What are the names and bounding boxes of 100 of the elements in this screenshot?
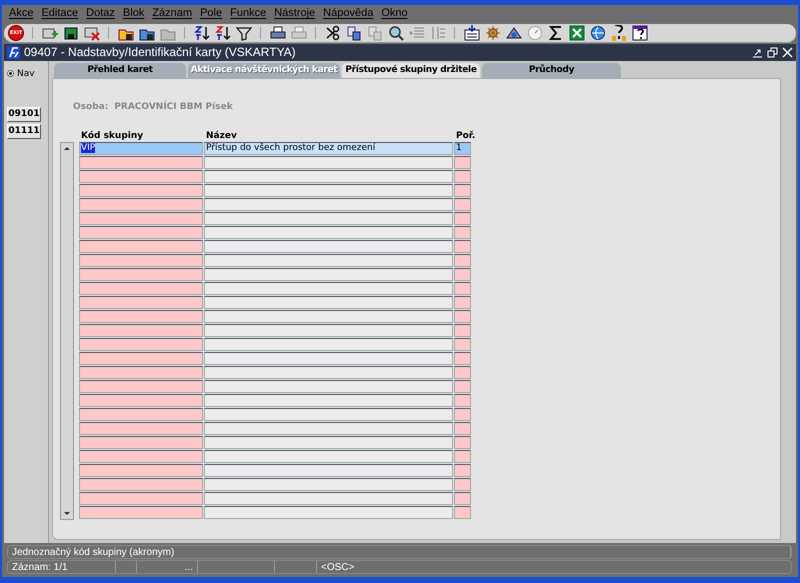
menu-item[interactable]: Akce bbox=[5, 7, 38, 20]
table-cell[interactable] bbox=[454, 492, 471, 505]
table-cell[interactable] bbox=[454, 366, 471, 379]
table-cell[interactable] bbox=[454, 198, 471, 211]
table-cell[interactable] bbox=[204, 254, 453, 267]
table-cell[interactable] bbox=[454, 506, 471, 519]
nav-button[interactable]: 01111 bbox=[7, 124, 41, 139]
table-cell[interactable] bbox=[79, 394, 203, 407]
table-cell[interactable] bbox=[454, 422, 471, 435]
table-cell[interactable] bbox=[79, 268, 203, 281]
table-cell[interactable] bbox=[454, 338, 471, 351]
table-cell[interactable] bbox=[79, 408, 203, 421]
table-cell[interactable] bbox=[79, 240, 203, 253]
menu-item[interactable]: Dotaz bbox=[82, 7, 119, 20]
menu-item[interactable]: Funkce bbox=[226, 7, 270, 20]
table-cell[interactable] bbox=[454, 380, 471, 393]
table-cell[interactable] bbox=[454, 352, 471, 365]
table-cell[interactable] bbox=[454, 156, 471, 169]
table-cell[interactable] bbox=[454, 408, 471, 421]
table-cell[interactable] bbox=[454, 310, 471, 323]
table-cell[interactable] bbox=[204, 492, 453, 505]
table-cell[interactable]: Přístup do všech prostor bez omezení bbox=[204, 142, 453, 155]
table-cell[interactable] bbox=[204, 310, 453, 323]
globe-icon[interactable] bbox=[590, 25, 606, 42]
eye-icon[interactable] bbox=[506, 25, 522, 42]
filter-icon[interactable] bbox=[236, 25, 252, 42]
table-cell[interactable] bbox=[204, 296, 453, 309]
table-cell[interactable] bbox=[79, 226, 203, 239]
sort-descending-icon[interactable] bbox=[215, 25, 231, 42]
tab[interactable]: Přehled karet bbox=[54, 62, 186, 78]
table-cell[interactable] bbox=[79, 296, 203, 309]
table-cell[interactable] bbox=[204, 436, 453, 449]
table-cell[interactable] bbox=[204, 268, 453, 281]
table-cell[interactable] bbox=[454, 282, 471, 295]
nav-radio[interactable]: Nav bbox=[7, 68, 35, 79]
save-record-icon[interactable] bbox=[63, 25, 79, 42]
table-cell[interactable] bbox=[454, 226, 471, 239]
magnifier-icon[interactable] bbox=[388, 25, 404, 42]
table-cell[interactable] bbox=[454, 184, 471, 197]
delete-record-icon[interactable] bbox=[84, 25, 100, 42]
table-cell[interactable]: VIP bbox=[79, 142, 203, 155]
table-cell[interactable] bbox=[79, 282, 203, 295]
table-cell[interactable] bbox=[454, 296, 471, 309]
table-cell[interactable] bbox=[454, 170, 471, 183]
table-cell[interactable] bbox=[204, 212, 453, 225]
table-cell[interactable] bbox=[79, 324, 203, 337]
table-cell[interactable] bbox=[204, 170, 453, 183]
table-cell[interactable] bbox=[204, 240, 453, 253]
table-cell[interactable] bbox=[204, 282, 453, 295]
table-cell[interactable] bbox=[454, 324, 471, 337]
table-cell[interactable] bbox=[79, 310, 203, 323]
table-cell[interactable] bbox=[79, 198, 203, 211]
table-cell[interactable] bbox=[204, 408, 453, 421]
table-cell[interactable] bbox=[79, 450, 203, 463]
close-icon[interactable] bbox=[782, 46, 793, 58]
menu-item[interactable]: Editace bbox=[37, 7, 82, 20]
printer-icon[interactable] bbox=[270, 25, 286, 42]
menu-item[interactable]: Nástroje bbox=[270, 7, 320, 20]
menu-item[interactable]: Nápověda bbox=[319, 7, 378, 20]
table-cell[interactable] bbox=[204, 198, 453, 211]
table-cell[interactable] bbox=[79, 254, 203, 267]
table-cell[interactable] bbox=[454, 254, 471, 267]
table-cell[interactable] bbox=[79, 422, 203, 435]
table-cell[interactable] bbox=[204, 506, 453, 519]
scissors-icon[interactable] bbox=[325, 25, 341, 42]
table-cell[interactable] bbox=[454, 394, 471, 407]
help-users-icon[interactable] bbox=[611, 25, 627, 42]
table-cell[interactable] bbox=[79, 506, 203, 519]
table-cell[interactable]: 1 bbox=[454, 142, 471, 155]
sort-ascending-icon[interactable] bbox=[194, 25, 210, 42]
table-cell[interactable] bbox=[204, 156, 453, 169]
restore-icon[interactable] bbox=[767, 46, 778, 58]
table-cell[interactable] bbox=[454, 268, 471, 281]
table-cell[interactable] bbox=[454, 478, 471, 491]
table-cell[interactable] bbox=[79, 366, 203, 379]
table-cell[interactable] bbox=[454, 240, 471, 253]
table-cell[interactable] bbox=[204, 394, 453, 407]
table-cell[interactable] bbox=[204, 478, 453, 491]
table-cell[interactable] bbox=[454, 436, 471, 449]
table-cell[interactable] bbox=[204, 422, 453, 435]
table-cell[interactable] bbox=[79, 156, 203, 169]
table-cell[interactable] bbox=[79, 436, 203, 449]
table-cell[interactable] bbox=[79, 492, 203, 505]
copy-icon[interactable] bbox=[346, 25, 362, 42]
table-cell[interactable] bbox=[79, 380, 203, 393]
scrollbar[interactable] bbox=[60, 142, 74, 520]
table-cell[interactable] bbox=[204, 226, 453, 239]
table-cell[interactable] bbox=[204, 380, 453, 393]
menu-item[interactable]: Okno bbox=[377, 7, 412, 20]
menu-item[interactable]: Záznam bbox=[148, 7, 196, 20]
nav-button[interactable]: 09101 bbox=[7, 106, 41, 122]
table-cell[interactable] bbox=[79, 464, 203, 477]
table-cell[interactable] bbox=[454, 212, 471, 225]
minimize-icon[interactable] bbox=[752, 46, 763, 58]
table-cell[interactable] bbox=[204, 450, 453, 463]
menu-item[interactable]: Pole bbox=[196, 7, 226, 20]
tab[interactable]: Průchody bbox=[482, 62, 621, 78]
table-cell[interactable] bbox=[454, 464, 471, 477]
table-cell[interactable] bbox=[454, 450, 471, 463]
table-cell[interactable] bbox=[204, 184, 453, 197]
